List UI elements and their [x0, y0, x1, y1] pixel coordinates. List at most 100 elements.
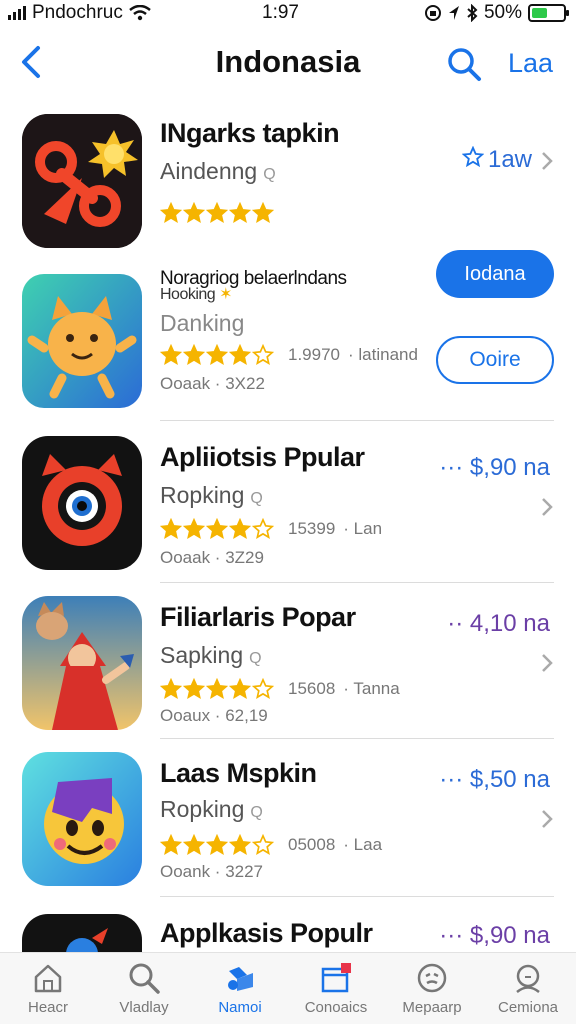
star-filled-icon	[206, 344, 228, 365]
chevron-right-icon[interactable]	[540, 808, 554, 830]
search-icon[interactable]	[444, 44, 484, 84]
app-price[interactable]: ··· $,90 na	[439, 922, 550, 950]
carrier-label: Pndochruc	[32, 2, 123, 23]
rating-count: 15399	[288, 519, 336, 538]
calendar-icon	[321, 963, 351, 993]
dark-app-icon	[22, 914, 142, 952]
app-meta: Ooaak · 3X22	[160, 374, 265, 393]
navigation-bar: Indonasia Laa	[0, 36, 576, 90]
app-meta: Ooaux · 62,19	[160, 706, 268, 725]
star-filled-icon	[183, 202, 205, 223]
app-price[interactable]: ·· 4,10 na	[447, 610, 550, 638]
app-price[interactable]: ··· $,90 na	[439, 454, 550, 482]
tab-bar: Heacr Vladlay Namoi Conoaics Mepaarp Cem…	[0, 952, 576, 1024]
star-rating	[160, 834, 274, 856]
smiley-icon	[22, 752, 142, 886]
home-icon	[34, 964, 62, 993]
rating-row: 1.9970 · latinand	[160, 344, 418, 366]
tab-label: Vladlay	[119, 999, 169, 1016]
star-outline-icon	[252, 344, 274, 365]
app-subtitle: Ropking Q	[160, 482, 263, 508]
rating-count: 05008	[288, 835, 336, 854]
cat-icon	[22, 274, 142, 408]
star-rating	[160, 678, 274, 700]
star-filled-icon	[252, 202, 274, 223]
tab-label: Conoaics	[304, 999, 368, 1016]
star-rating	[160, 518, 274, 540]
list-item[interactable]: Noragriog belaerlndans Hooking ✶ Danking…	[0, 250, 576, 420]
star-filled-icon	[183, 834, 205, 855]
location-icon	[448, 6, 459, 20]
app-price[interactable]: 1aw	[488, 146, 532, 174]
nav-right-link[interactable]: Laa	[508, 48, 553, 79]
list-item[interactable]: Apliiotsis Ppular Ropking Q 15399 · Lan O…	[0, 420, 576, 580]
map-icon	[417, 963, 447, 993]
list-item[interactable]: Applkasis Populr ··· $,90 na	[0, 896, 576, 952]
search-icon	[129, 963, 160, 994]
rating-extra: · latinand	[348, 345, 418, 364]
app-name: INgarks tapkin	[160, 118, 340, 148]
app-meta: Ooaak · 3Z29	[160, 548, 264, 567]
app-name: Applkasis Populr	[160, 918, 373, 948]
tab-map[interactable]: Mepaarp	[384, 953, 480, 1024]
divider	[160, 896, 554, 897]
star-outline-icon	[252, 518, 274, 539]
list-item[interactable]: INgarks tapkin Aindenng Q 1aw	[0, 100, 576, 260]
chevron-right-icon[interactable]	[540, 150, 554, 172]
scissors-sun-icon	[22, 114, 142, 248]
chevron-right-icon[interactable]	[540, 652, 554, 674]
star-filled-icon	[160, 344, 182, 365]
app-subtitle: Danking	[160, 310, 245, 336]
star-outline-icon	[252, 834, 274, 855]
star-filled-icon	[206, 518, 228, 539]
page-title: Indonasia	[215, 44, 361, 79]
wifi-icon	[129, 5, 151, 21]
open-button[interactable]: Iodana	[436, 250, 554, 298]
star-filled-icon	[160, 202, 182, 223]
star-filled-icon	[160, 518, 182, 539]
star-filled-icon	[229, 518, 251, 539]
star-rating	[160, 202, 274, 224]
app-name-line2: Hooking ✶	[160, 286, 233, 303]
star-filled-icon	[206, 678, 228, 699]
star-filled-icon	[183, 344, 205, 365]
divider	[160, 582, 554, 583]
get-button[interactable]: Ooire	[436, 336, 554, 384]
tab-search[interactable]: Vladlay	[96, 953, 192, 1024]
tab-calendar[interactable]: Conoaics	[288, 953, 384, 1024]
list-item[interactable]: Laas Mspkin Ropking Q 05008 · Laa Ooank ·…	[0, 738, 576, 898]
apps-icon	[228, 967, 253, 991]
star-filled-icon	[160, 834, 182, 855]
list-item[interactable]: Filiarlaris Popar Sapking Q 15608 · Tanna…	[0, 580, 576, 740]
app-subtitle: Sapking Q	[160, 642, 262, 668]
star-filled-icon	[229, 678, 251, 699]
rating-count: 1.9970	[288, 345, 340, 364]
rating-row: 15608 · Tanna	[160, 678, 400, 700]
star-filled-icon	[229, 344, 251, 365]
tab-profile[interactable]: Cemiona	[480, 953, 576, 1024]
app-meta: Ooank · 3227	[160, 862, 264, 881]
tab-label: Cemiona	[497, 999, 559, 1016]
rating-count: 15608	[288, 679, 336, 698]
rating-row: 05008 · Laa	[160, 834, 382, 856]
tab-home[interactable]: Heacr	[0, 953, 96, 1024]
app-price[interactable]: ··· $,50 na	[439, 766, 550, 794]
star-outline-icon	[252, 678, 274, 699]
rating-extra: · Lan	[343, 519, 383, 538]
fox-character-icon	[22, 596, 142, 730]
bluetooth-icon	[467, 4, 478, 22]
star-outline-icon	[462, 146, 484, 168]
tab-label: Mepaarp	[402, 999, 462, 1016]
app-subtitle: Ropking Q	[160, 796, 263, 822]
rating-row: 15399 · Lan	[160, 518, 382, 540]
chevron-right-icon[interactable]	[540, 496, 554, 518]
divider	[160, 738, 554, 739]
tab-apps[interactable]: Namoi	[192, 953, 288, 1024]
lock-rotation-icon	[424, 5, 441, 21]
star-filled-icon	[183, 518, 205, 539]
star-filled-icon	[160, 678, 182, 699]
battery-icon	[528, 4, 569, 22]
red-eye-icon	[22, 436, 142, 570]
star-filled-icon	[206, 202, 228, 223]
app-name: Apliiotsis Ppular	[160, 442, 365, 472]
